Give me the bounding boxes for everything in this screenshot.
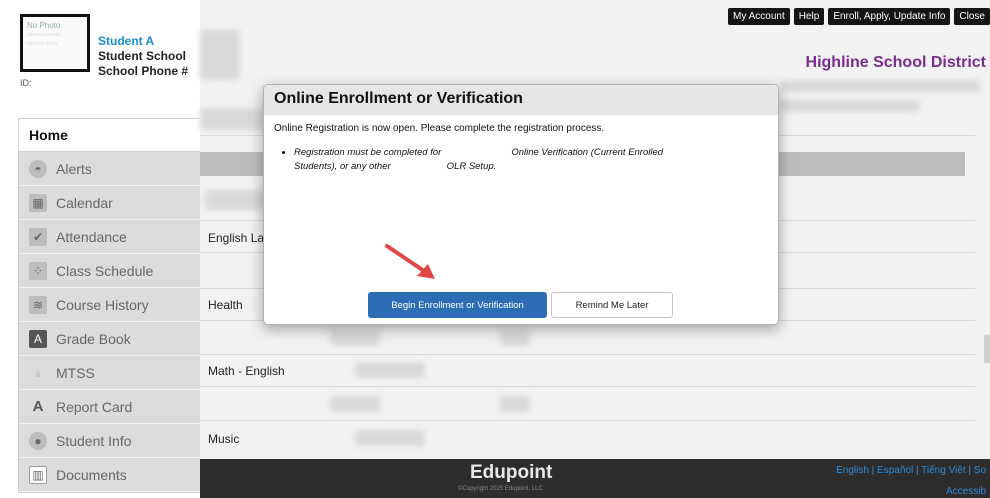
nav-item-label: Grade Book — [56, 330, 131, 347]
student-name: Student A — [98, 34, 155, 48]
nav-item-mtss[interactable]: ▲ MTSS — [19, 356, 200, 390]
blurred-content — [780, 100, 920, 112]
enroll-update-link[interactable]: Enroll, Apply, Update Info — [828, 8, 951, 25]
nav-item-student-info[interactable]: ● Student Info — [19, 424, 200, 458]
blurred-content — [780, 80, 980, 92]
modal-title: Online Enrollment or Verification — [264, 85, 778, 115]
photo-placeholder-label: No Photo — [27, 21, 61, 30]
grade-book-icon: A — [29, 329, 47, 348]
my-account-link[interactable]: My Account — [728, 8, 790, 25]
blurred-content — [355, 362, 425, 378]
blurred-content — [330, 396, 380, 412]
begin-enrollment-button[interactable]: Begin Enrollment or Verification — [368, 292, 547, 318]
bullet-text-part: Registration must be completed for — [294, 147, 442, 158]
report-card-icon: A — [32, 398, 44, 415]
alerts-icon: ◓ — [29, 159, 47, 178]
nav-item-label: Alerts — [56, 160, 92, 177]
class-schedule-icon: ⁘ — [29, 261, 47, 280]
modal-bullet-list: Registration must be completed for Online… — [294, 146, 734, 174]
footer: Edupoint ©Copyright 2025 Edupoint, LLC E… — [200, 459, 990, 498]
modal-body: Online Registration is now open. Please … — [264, 115, 778, 182]
student-info-icon: ● — [29, 431, 47, 450]
nav-item-attendance[interactable]: ✔ Attendance — [19, 220, 200, 254]
nav-item-label: Report Card — [56, 398, 133, 415]
mtss-icon: ▲ — [32, 365, 44, 380]
student-phone: School Phone # — [98, 64, 189, 78]
blurred-content — [500, 330, 530, 346]
nav-item-grade-book[interactable]: A Grade Book — [19, 322, 200, 356]
footer-copyright: ©Copyright 2025 Edupoint, LLC — [458, 486, 543, 492]
course-row-label: Math - English — [208, 364, 285, 378]
course-row-label: Health — [208, 298, 243, 312]
edupoint-logo: Edupoint — [470, 462, 553, 483]
scrollbar-thumb[interactable] — [984, 335, 990, 363]
blurred-content — [500, 396, 530, 412]
nav-item-label: MTSS — [56, 364, 95, 381]
modal-bullet-item: Registration must be completed for Online… — [294, 146, 734, 174]
student-photo: No Photo ▭▭▭▭▭▭ ▭▭▭ ▭▭ — [20, 14, 90, 72]
district-name: Highline School District — [805, 54, 986, 71]
enrollment-modal: Online Enrollment or Verification Online… — [263, 84, 779, 325]
blurred-content — [355, 430, 425, 446]
sidebar-nav: Home ◓ Alerts ▦ Calendar ✔ Attendance ⁘ … — [18, 118, 200, 493]
top-links: My Account Help Enroll, Apply, Update In… — [728, 8, 990, 25]
nav-item-calendar[interactable]: ▦ Calendar — [19, 186, 200, 220]
nav-item-label: Student Info — [56, 432, 132, 449]
help-link[interactable]: Help — [793, 8, 825, 25]
attendance-icon: ✔ — [29, 227, 47, 246]
nav-item-course-history[interactable]: ≋ Course History — [19, 288, 200, 322]
divider — [200, 420, 975, 421]
nav-item-report-card[interactable]: A Report Card — [19, 390, 200, 424]
course-row-label: Music — [208, 432, 240, 446]
close-link[interactable]: Close — [954, 8, 990, 25]
modal-intro-text: Online Registration is now open. Please … — [274, 123, 605, 134]
nav-item-alerts[interactable]: ◓ Alerts — [19, 152, 200, 186]
nav-item-documents[interactable]: ▥ Documents — [19, 458, 200, 492]
modal-buttons: Begin Enrollment or Verification Remind … — [368, 292, 673, 318]
student-id-label: ID: — [20, 78, 32, 88]
language-links[interactable]: English | Español | Tiếng Việt | So — [836, 465, 986, 476]
nav-item-label: Calendar — [56, 194, 113, 211]
nav-item-label: Class Schedule — [56, 262, 154, 279]
nav-item-home[interactable]: Home — [19, 119, 200, 152]
bullet-text-part: Online Verification (Current Enrolled — [511, 147, 664, 158]
blurred-content — [330, 330, 380, 346]
blurred-content — [200, 108, 270, 130]
bullet-text-part: OLR Setup. — [446, 160, 497, 172]
red-arrow-icon — [385, 244, 435, 279]
blurred-content — [200, 30, 240, 80]
student-school: Student School — [98, 49, 186, 63]
student-card: No Photo ▭▭▭▭▭▭ ▭▭▭ ▭▭ Student A Student… — [18, 12, 198, 92]
course-history-icon: ≋ — [29, 295, 47, 314]
nav-item-label: Attendance — [56, 228, 127, 245]
accessibility-link[interactable]: Accessib — [946, 486, 986, 497]
documents-icon: ▥ — [29, 465, 47, 484]
course-row-label: English La — [208, 231, 265, 245]
nav-item-class-schedule[interactable]: ⁘ Class Schedule — [19, 254, 200, 288]
bullet-text-part: Students), or any other — [294, 160, 391, 172]
remind-me-later-button[interactable]: Remind Me Later — [551, 292, 673, 318]
nav-item-label: Documents — [56, 466, 127, 483]
calendar-icon: ▦ — [29, 193, 47, 212]
divider — [200, 354, 975, 355]
nav-item-label: Course History — [56, 296, 149, 313]
divider — [200, 386, 975, 387]
